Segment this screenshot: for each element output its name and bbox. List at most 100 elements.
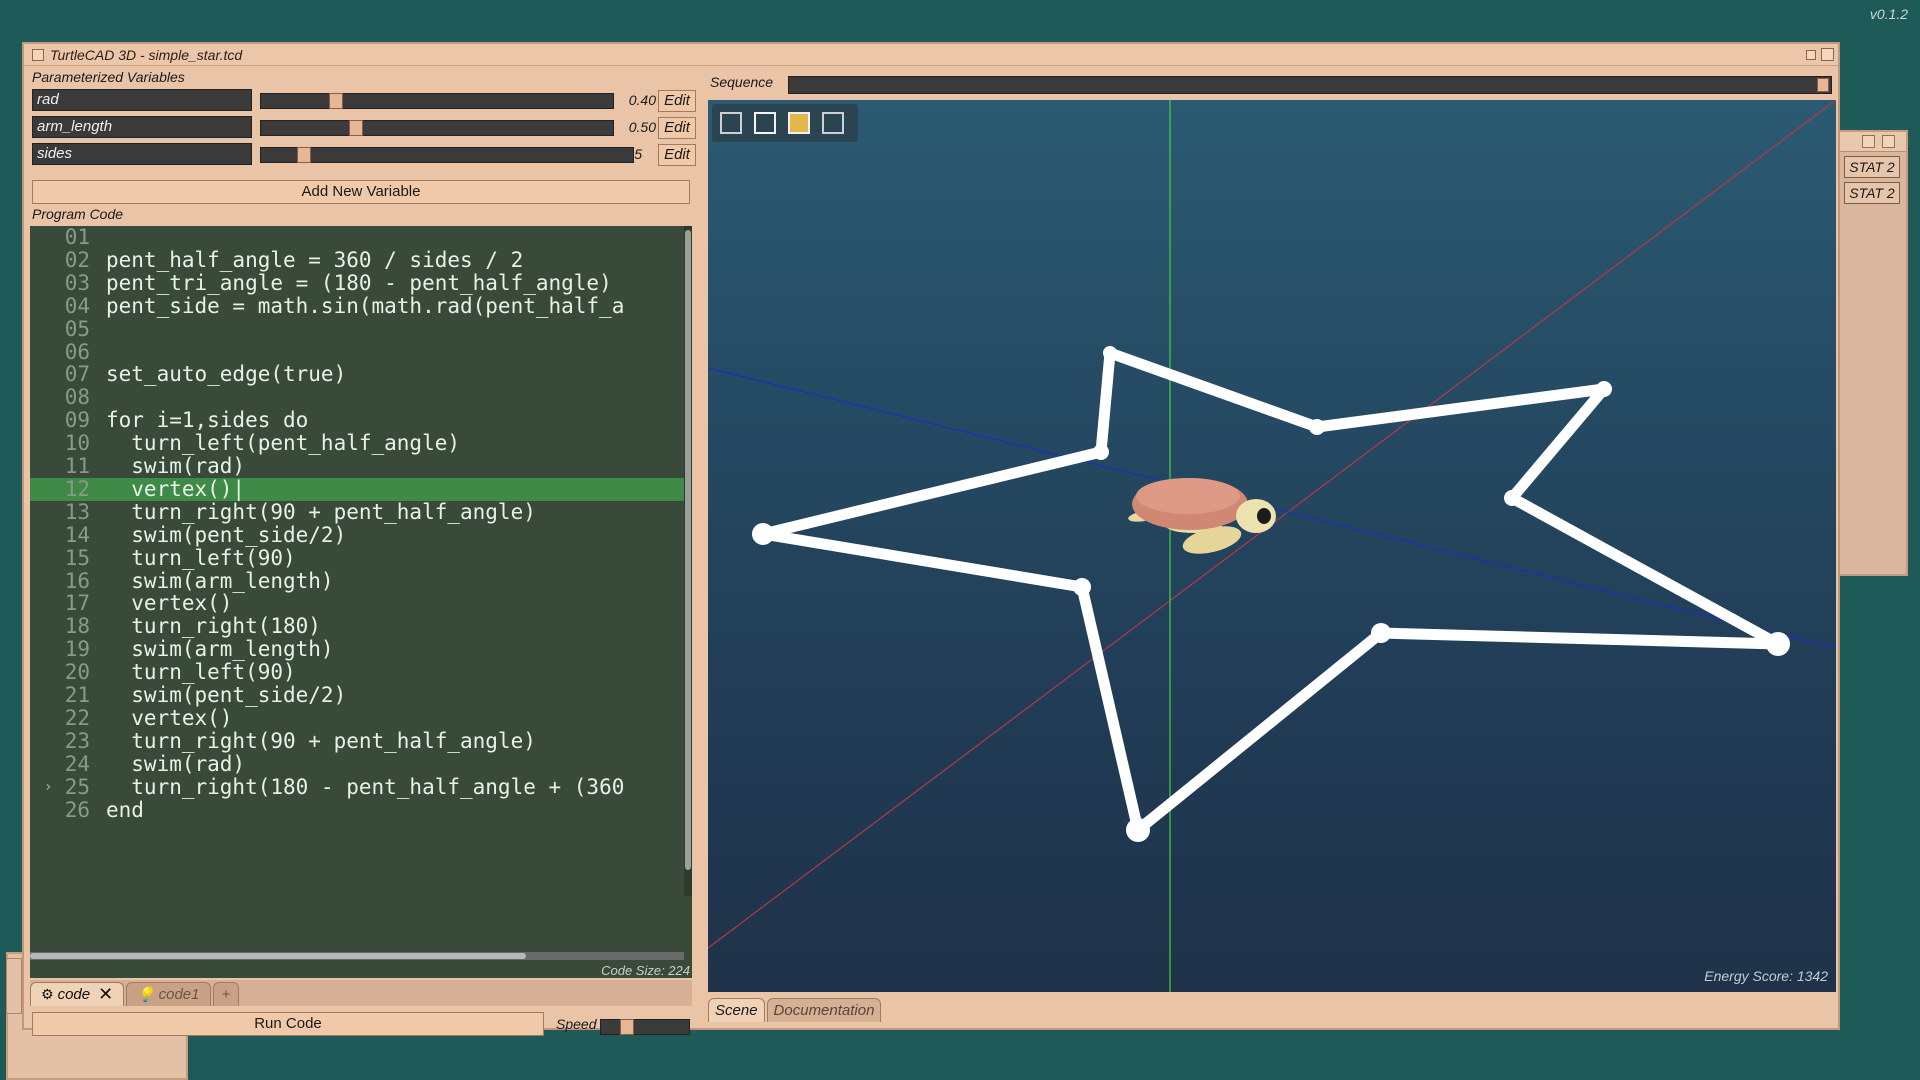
tab-label: code [57,986,91,1003]
stat-button[interactable]: STAT 2 [1844,182,1900,204]
slider-knob[interactable] [620,1019,634,1035]
code-line[interactable]: 05 [30,317,690,341]
line-number: 13 [64,499,90,524]
code-text: swim(arm_length) [106,568,334,593]
slider-knob[interactable] [297,147,311,163]
window-menu-icon[interactable] [32,48,44,61]
slider-knob[interactable] [349,120,363,136]
speed-label: Speed [556,1016,597,1032]
vertex-marker [1093,444,1109,460]
code-line[interactable]: 06 [30,339,690,364]
variable-name-field[interactable]: sides [32,143,252,165]
horizontal-scrollbar[interactable] [30,952,684,960]
stat-button[interactable]: STAT 2 [1844,156,1900,178]
variable-slider[interactable] [260,120,614,136]
vertex-marker [1103,346,1117,360]
face-select-icon[interactable] [788,112,810,134]
minimize-icon[interactable] [1862,135,1875,148]
variable-slider[interactable] [260,147,634,163]
code-line[interactable]: 10 turn_left(pent_half_angle) [30,432,690,455]
add-tab-button[interactable]: + [212,982,240,1006]
code-line[interactable]: 17 vertex() [30,592,690,615]
window-title: TurtleCAD 3D - simple_star.tcd [50,46,243,63]
window-titlebar[interactable]: TurtleCAD 3D - simple_star.tcd [24,44,1838,66]
speed-slider[interactable] [600,1019,690,1035]
line-number: 16 [64,568,90,593]
close-icon[interactable]: ✕ [98,984,113,1005]
code-line[interactable]: 03 pent_tri_angle = (180 - pent_half_angl… [30,270,690,295]
code-line[interactable]: 16 swim(arm_length) [30,568,690,593]
code-line[interactable]: 13 turn_right(90 + pent_half_angle) [30,499,690,524]
code-size-label: Code Size: 224 [601,963,690,978]
line-number: 15 [64,545,90,570]
vertical-scrollbar[interactable] [684,226,692,896]
line-number: 25 [64,774,90,799]
code-text: turn_right(90 + pent_half_angle) [106,499,536,524]
minimize-icon[interactable] [1806,50,1816,60]
scrollbar-thumb[interactable] [30,953,526,959]
code-line[interactable]: › 25 turn_right(180 - pent_half_angle + (… [30,774,690,799]
line-number: 19 [64,637,90,662]
code-text: pent_tri_angle = (180 - pent_half_angle) [106,270,612,295]
code-text: turn_left(90) [106,545,296,570]
star-path [757,347,1784,836]
code-line[interactable]: 09 for i=1,sides do [30,409,690,432]
code-line[interactable]: 24 swim(rad) [30,752,690,776]
line-number: 06 [64,339,90,364]
variable-name-field[interactable]: arm_length [32,116,252,138]
tab-documentation[interactable]: Documentation [766,998,882,1022]
line-number: 17 [64,591,90,616]
maximize-icon[interactable] [1882,135,1895,148]
energy-score: Energy Score: 1342 [1704,968,1828,984]
edge-select-icon[interactable] [822,112,844,134]
version-label: v0.1.2 [1869,6,1908,22]
vertex-marker [752,523,774,545]
line-number: 10 [64,431,90,456]
slider-knob[interactable] [329,93,343,109]
code-line[interactable]: 22 vertex() [30,706,690,730]
code-line[interactable]: 02 pent_half_angle = 360 / sides / 2 [30,248,690,272]
line-number: 04 [64,293,90,318]
run-code-button[interactable]: Run Code [32,1012,544,1036]
tab-code[interactable]: ⚙ code ✕ [30,982,125,1006]
line-number: 26 [64,797,90,822]
scrollbar-thumb[interactable] [685,230,691,870]
slider-knob[interactable] [1817,78,1829,92]
program-section-label: Program Code [32,206,124,222]
code-line[interactable]: 04 pent_side = math.sin(math.rad(pent_hal… [30,293,690,318]
vertex-markers [752,346,1790,842]
code-line[interactable]: 11 swim(rad) [30,455,690,478]
code-line[interactable]: 08 [30,386,690,409]
code-line[interactable]: 18 turn_right(180) [30,615,690,638]
editor-pane: Parameterized Variables rad 0.40 Edit ar… [28,68,696,1036]
code-line[interactable]: 21 swim(pent_side/2) [30,684,690,707]
stats-panel-titlebar[interactable] [1838,132,1906,152]
scene-viewport[interactable]: Energy Score: 1342 [708,100,1836,992]
code-text: turn_left(pent_half_angle) [106,431,461,456]
code-line[interactable]: 20 turn_left(90) [30,661,690,684]
code-line[interactable]: 19 swim(arm_length) [30,638,690,661]
select-box-icon[interactable] [754,112,776,134]
code-line[interactable]: 15 turn_left(90) [30,545,690,570]
variable-slider[interactable] [260,93,614,109]
edit-variable-button[interactable]: Edit [658,90,696,112]
variable-row: rad 0.40 Edit [28,87,696,113]
code-editor[interactable]: 01 02 pent_half_angle = 360 / sides / 2 03 p… [30,226,692,978]
sequence-slider[interactable] [788,76,1832,94]
code-line[interactable]: 23 turn_right(90 + pent_half_angle) [30,729,690,753]
variable-name-field[interactable]: rad [32,89,252,111]
add-variable-button[interactable]: Add New Variable [32,180,690,204]
variables-section-label: Parameterized Variables [32,69,185,85]
code-line[interactable]: 12 vertex()| [30,477,690,501]
edit-variable-button[interactable]: Edit [658,144,696,166]
fold-marker-icon[interactable]: › [44,776,52,799]
edit-variable-button[interactable]: Edit [658,117,696,139]
tab-scene[interactable]: Scene [708,998,765,1022]
code-line[interactable]: 01 [30,226,690,249]
code-line[interactable]: 26 end [30,797,690,822]
maximize-icon[interactable] [1821,48,1834,61]
fit-view-icon[interactable] [720,112,742,134]
tab-code1[interactable]: 💡 code1 [126,982,211,1006]
code-line[interactable]: 07 set_auto_edge(true) [30,363,690,386]
code-line[interactable]: 14 swim(pent_side/2) [30,523,690,547]
